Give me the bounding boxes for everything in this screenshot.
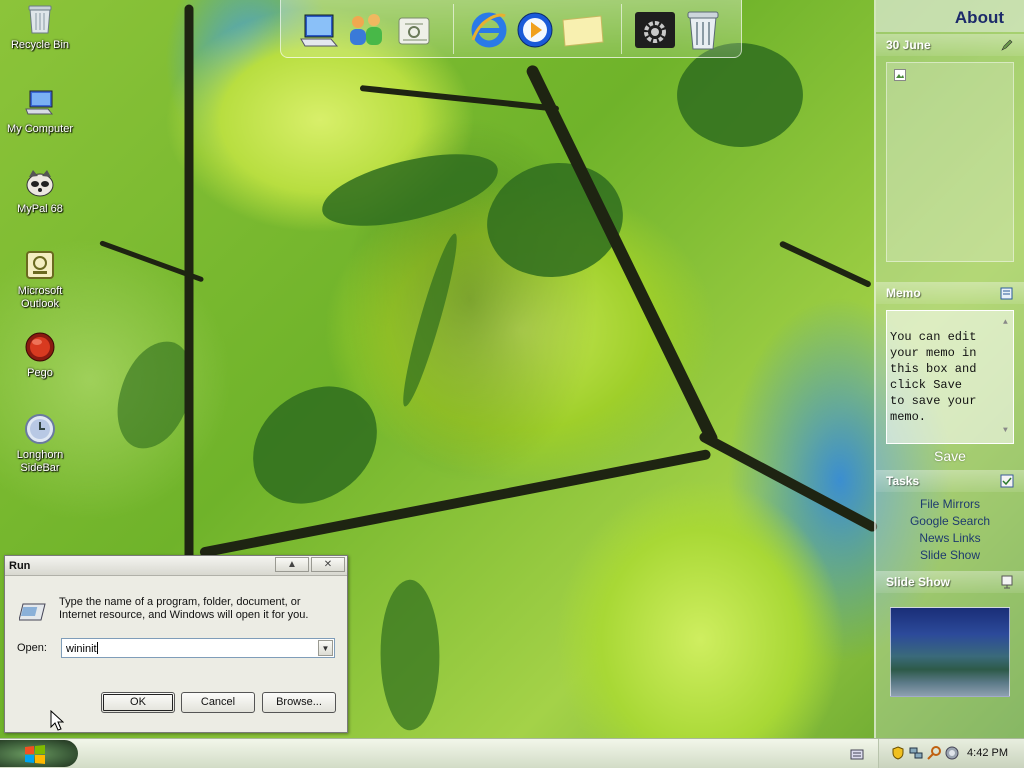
broken-image-icon	[894, 69, 906, 81]
desktop-icon-my-computer[interactable]: My Computer	[0, 86, 80, 136]
task-news-links[interactable]: News Links	[876, 530, 1024, 547]
scroll-up-icon[interactable]: ▲	[1003, 315, 1011, 331]
desktop-icon-label: My Computer	[6, 123, 74, 135]
mouse-cursor-icon	[50, 710, 64, 731]
close-button[interactable]: ✕	[311, 557, 345, 572]
settings-icon	[635, 12, 675, 48]
slideshow-heading: Slide Show	[886, 575, 951, 589]
outlook-icon	[23, 248, 57, 282]
dock-settings[interactable]	[633, 8, 677, 52]
pencil-icon[interactable]	[1000, 38, 1014, 52]
longhorn-sidebar: About 30 June Memo You can edit your mem…	[874, 0, 1024, 738]
notes-icon	[562, 15, 604, 47]
volume-icon[interactable]	[945, 746, 959, 760]
desktop-icon-label: Recycle Bin	[10, 39, 70, 51]
sidebar-title[interactable]: About	[876, 0, 1024, 32]
memo-icon[interactable]	[1000, 286, 1014, 300]
browse-button[interactable]: Browse...	[262, 692, 336, 713]
desktop-icon-longhorn-sidebar[interactable]: Longhorn SideBar	[0, 412, 80, 475]
dock-recycle-bin[interactable]	[681, 8, 725, 52]
close-icon: ✕	[323, 559, 333, 570]
slideshow-image[interactable]	[890, 607, 1010, 697]
calendar-body	[886, 62, 1014, 262]
mail-icon	[398, 17, 430, 45]
dock-computer[interactable]	[297, 8, 341, 52]
desktop-icon-mypal[interactable]: MyPal 68	[0, 166, 80, 216]
dock-media-player[interactable]	[513, 8, 557, 52]
run-program-icon	[19, 603, 46, 621]
calendar-date: 30 June	[886, 38, 931, 52]
desktop-icon-pego[interactable]: Pego	[0, 330, 80, 380]
task-google-search[interactable]: Google Search	[876, 513, 1024, 530]
memo-scrollbar[interactable]: ▲ ▼	[1003, 315, 1011, 439]
tasks-header: Tasks	[876, 470, 1024, 492]
task-file-mirrors[interactable]: File Mirrors	[876, 496, 1024, 513]
desktop-icon-label: Longhorn SideBar	[16, 449, 64, 474]
dropdown-button[interactable]: ▼	[318, 640, 333, 656]
chevron-down-icon: ▼	[321, 643, 330, 653]
desktop-icon-label: Microsoft Outlook	[17, 285, 63, 310]
media-player-icon	[517, 12, 553, 48]
dock-notes[interactable]	[561, 8, 605, 52]
slideshow-tile: Slide Show	[876, 571, 1024, 721]
open-combobox[interactable]: wininit ▼	[61, 638, 335, 658]
help-icon: ▲	[287, 559, 297, 570]
memo-tile: Memo You can edit your memo in this box …	[876, 282, 1024, 464]
calendar-header: 30 June	[876, 34, 1024, 56]
memo-save-button[interactable]: Save	[876, 448, 1024, 464]
memo-text: You can edit your memo in this box and c…	[890, 330, 977, 424]
dock-separator	[621, 4, 622, 54]
users-icon	[350, 14, 382, 45]
taskbar-clock[interactable]: 4:42 PM	[967, 747, 1008, 759]
desktop-icon-outlook[interactable]: Microsoft Outlook	[0, 248, 80, 311]
network-icon[interactable]	[909, 746, 923, 760]
desktop-icon-label: MyPal 68	[17, 203, 63, 215]
help-button[interactable]: ▲	[275, 557, 309, 572]
tasks-icon[interactable]	[1000, 474, 1014, 488]
text-caret	[96, 642, 98, 654]
slideshow-header: Slide Show	[876, 571, 1024, 593]
calendar-tile: 30 June	[876, 34, 1024, 276]
open-label: Open:	[17, 642, 47, 654]
recycle-bin-icon	[687, 11, 719, 50]
desktop-icon-recycle-bin[interactable]: Recycle Bin	[0, 2, 80, 52]
run-dialog: Run ▲ ✕ Type the name of a program, fold…	[4, 555, 348, 733]
memo-header: Memo	[876, 282, 1024, 304]
tasks-heading: Tasks	[886, 474, 920, 488]
search-key-icon[interactable]	[927, 746, 941, 760]
keyboard-layout-icon[interactable]	[850, 747, 864, 761]
system-tray: 4:42 PM	[878, 739, 1024, 768]
dock-separator	[453, 4, 454, 54]
cancel-button[interactable]: Cancel	[181, 692, 255, 713]
raccoon-icon	[23, 166, 57, 200]
quick-launch-dock	[280, 0, 742, 58]
windows-logo-icon	[25, 745, 45, 764]
taskbar: 4:42 PM	[0, 738, 1024, 768]
run-titlebar[interactable]: Run ▲ ✕	[5, 556, 347, 576]
dock-mail[interactable]	[393, 8, 437, 52]
task-slide-show[interactable]: Slide Show	[876, 547, 1024, 564]
slideshow-icon[interactable]	[1000, 575, 1014, 589]
dock-internet-explorer[interactable]	[467, 8, 511, 52]
computer-icon	[23, 86, 57, 120]
memo-heading: Memo	[886, 286, 921, 300]
desktop-icon-label: Pego	[27, 367, 53, 379]
red-orb-icon	[23, 330, 57, 364]
ie-icon	[471, 12, 507, 48]
start-button[interactable]	[0, 740, 78, 767]
computer-icon	[300, 14, 339, 47]
tasks-tile: Tasks File Mirrors Google Search News Li…	[876, 470, 1024, 568]
sidebar-clock-icon	[23, 412, 57, 446]
security-shield-icon[interactable]	[891, 746, 905, 760]
ok-button[interactable]: OK	[101, 692, 175, 713]
open-input-value: wininit	[66, 643, 97, 655]
run-description: Type the name of a program, folder, docu…	[59, 596, 309, 621]
recycle-bin-icon	[23, 2, 57, 36]
run-title: Run	[9, 560, 31, 572]
dock-users[interactable]	[345, 8, 389, 52]
memo-textarea[interactable]: You can edit your memo in this box and c…	[886, 310, 1014, 444]
scroll-down-icon[interactable]: ▼	[1003, 423, 1011, 439]
